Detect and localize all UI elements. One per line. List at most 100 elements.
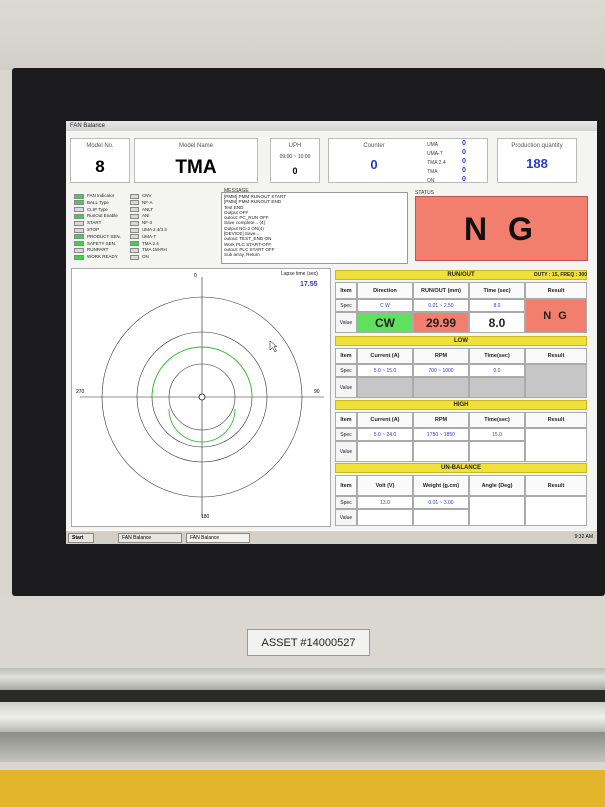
indicator-label: CLIP Type: [87, 206, 108, 212]
runout-hdr-item: Item: [335, 282, 357, 299]
runout-value-measure: 29.99: [413, 312, 469, 333]
taskbar-task-1[interactable]: FAN Balance: [118, 533, 182, 543]
runout-value-time: 8.0: [469, 312, 525, 333]
uph-time: 09:00 ~ 10:00: [279, 154, 311, 160]
high-value-time: [469, 441, 525, 462]
model-lamp: [130, 200, 139, 206]
start-button[interactable]: Start: [68, 533, 94, 543]
angle-90-label: 90: [314, 389, 320, 395]
lapse-time-label: Lapse time (sec): [281, 271, 318, 277]
asset-tag: ASSET #14000527: [247, 629, 370, 656]
high-result-cell: [525, 428, 587, 462]
machine-rail-1: [0, 668, 605, 690]
model-label: ANI: [142, 213, 150, 219]
unbalance-spec-weight: 0.01 ~ 3.00: [413, 496, 469, 509]
model-label: UMA-T: [142, 233, 157, 239]
polar-center-marker: [198, 393, 206, 401]
taskbar-task-2-label: FAN Balance: [190, 535, 220, 541]
model-no-value: 8: [95, 157, 105, 176]
unbalance-spec-label: Spec: [335, 496, 357, 509]
high-hdr-result: Result: [525, 412, 587, 428]
runout-spec-direction: C W: [357, 299, 413, 312]
unbalance-hdr-volt: Volt (V): [357, 475, 413, 496]
runout-spec-label: Spec: [335, 299, 357, 312]
mini-value-uma: 0: [462, 140, 466, 147]
model-label: ANLT: [142, 206, 154, 212]
window-titlebar: FAN Balance: [66, 121, 597, 131]
model-lamp: [130, 254, 139, 260]
model-lamp: [130, 247, 139, 253]
high-hdr-item: Item: [335, 412, 357, 428]
model-name-value: TMA: [175, 157, 217, 178]
model-label: TMA 1M-RH: [142, 247, 167, 253]
message-log[interactable]: [PMM] PMM RUNOUT START [PMM] PMM RUNOUT E…: [221, 192, 408, 264]
indicator-lamp: [74, 241, 84, 247]
duty-freq-readout: DUTY : 15, FREQ : 300: [534, 272, 587, 278]
runout-hdr-result: Result: [525, 282, 587, 299]
low-hdr-current: Current (A): [357, 348, 413, 364]
lapse-time-value: 17.55: [300, 281, 318, 288]
high-value-current: [357, 441, 413, 462]
counter-value: 0: [370, 157, 378, 172]
mini-value-tma: 0: [462, 167, 466, 174]
high-spec-time: 15.0: [469, 428, 525, 441]
indicator-lamp: [74, 227, 84, 233]
unbalance-title: UN-BALANCE: [441, 465, 481, 471]
indicator-label: WORK READY: [87, 254, 118, 260]
low-title: LOW: [454, 338, 468, 344]
low-section-header: LOW: [335, 336, 587, 346]
indicator-lamp: [74, 247, 84, 253]
runout-hdr-runout: RUN/OUT (mm): [413, 282, 469, 299]
model-lamp: [130, 241, 139, 247]
taskbar-task-2[interactable]: FAN Balance: [186, 533, 250, 543]
high-hdr-rpm: RPM: [413, 412, 469, 428]
counter-card: Counter 0 UMA 0 UMA-T 0 TMA 2.4 0 TMA 0 …: [328, 138, 488, 184]
indicator-label: SAFETY SEN.: [87, 240, 117, 246]
high-spec-rpm: 1750 ~ 1850: [413, 428, 469, 441]
low-hdr-item: Item: [335, 348, 357, 364]
uph-label: UPH: [288, 143, 302, 149]
runout-spec-time: 8.0: [469, 299, 525, 312]
angle-270-label: 270: [76, 389, 85, 395]
mini-label-uma-t: UMA-T: [427, 151, 443, 157]
low-value-time: [469, 377, 525, 398]
taskbar-task-1-label: FAN Balance: [122, 535, 152, 541]
background-wall: [0, 0, 605, 70]
indicator-panel: FAN Indicator CNV BALL Type NF-A CLIP Type AN…: [74, 193, 219, 261]
low-spec-current: 5.0 ~ 15.0: [357, 364, 413, 377]
low-result-cell: [525, 364, 587, 398]
indicator-label: RUNPART: [87, 247, 109, 253]
yellow-guard: [0, 770, 605, 807]
machine-rail-3: [0, 702, 605, 732]
indicator-row: STOP UMA 2.4/3.3: [74, 227, 234, 233]
indicator-label: BALL Type: [87, 199, 109, 205]
mini-value-on: 0: [462, 176, 466, 183]
model-label: ON: [142, 254, 149, 260]
mini-label-tma: TMA: [427, 169, 438, 175]
message-line: Sub array, Return: [224, 252, 260, 258]
model-label: NF-A: [142, 199, 153, 205]
model-lamp: [130, 213, 139, 219]
high-spec-current: 5.0 ~ 24.0: [357, 428, 413, 441]
indicator-row: SAFETY SEN. TMA 2.4: [74, 241, 234, 247]
low-value-current: [357, 377, 413, 398]
high-value-rpm: [413, 441, 469, 462]
model-label: UMA 2.4/3.3: [142, 227, 167, 232]
runout-hdr-time: Time (sec): [469, 282, 525, 299]
model-name-card: Model Name TMA: [134, 138, 258, 183]
model-no-label: Model No.: [86, 143, 114, 149]
mini-value-uma-t: 0: [462, 149, 466, 156]
model-name-label: Model Name: [178, 143, 213, 149]
mini-value-tma24: 0: [462, 158, 466, 165]
unbalance-hdr-angle: Angle (Deg): [469, 475, 525, 496]
mini-label-tma24: TMA 2.4: [427, 160, 446, 166]
runout-spec-range: 0.01 ~ 2.50: [413, 299, 469, 312]
uph-value: 0: [292, 166, 298, 176]
low-spec-time: 0.0: [469, 364, 525, 377]
indicator-label: FAN Indicator: [87, 193, 115, 198]
indicator-row: WORK READY ON: [74, 254, 234, 260]
runout-hdr-direction: Direction: [357, 282, 413, 299]
model-label: CNV: [142, 193, 152, 198]
unbalance-value-volt: [357, 509, 413, 526]
mouse-cursor-icon: [269, 340, 278, 353]
